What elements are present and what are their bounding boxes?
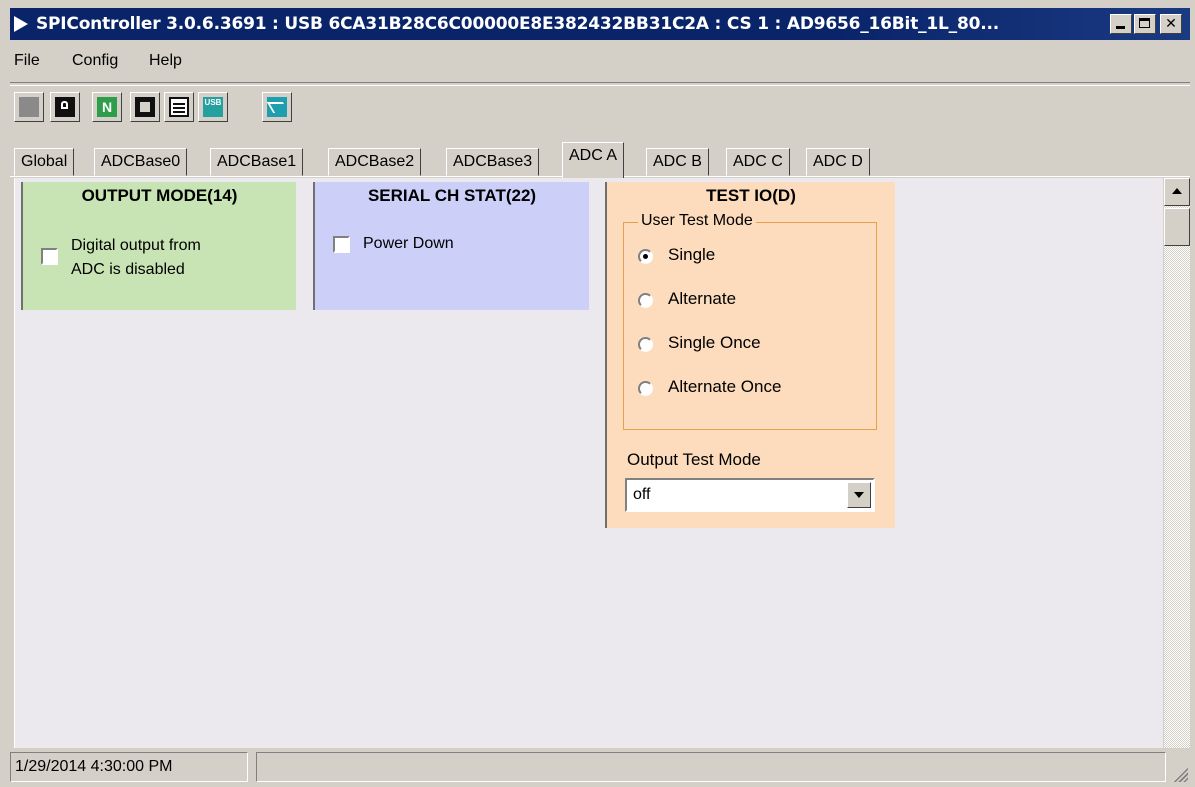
menu-help[interactable]: Help bbox=[149, 52, 182, 70]
chevron-down-icon[interactable] bbox=[847, 482, 871, 508]
toolbar-button-chip[interactable] bbox=[130, 92, 160, 122]
waveform-icon bbox=[267, 97, 287, 117]
minimize-icon bbox=[1116, 26, 1125, 29]
toolbar-button-usb[interactable]: USB bbox=[198, 92, 228, 122]
tab-adc-c[interactable]: ADC C bbox=[726, 148, 790, 176]
tab-content-panel: OUTPUT MODE(14) Digital output from ADC … bbox=[14, 178, 1163, 748]
user-test-mode-group: User Test Mode Single Alternate Single O… bbox=[623, 212, 877, 430]
test-io-panel: TEST IO(D) User Test Mode Single Alterna… bbox=[605, 182, 895, 528]
output-test-mode-label: Output Test Mode bbox=[627, 450, 761, 469]
spi-controller-window: SPIController 3.0.6.3691 : USB 6CA31B28C… bbox=[0, 0, 1195, 787]
serial-ch-stat-title: SERIAL CH STAT(22) bbox=[367, 186, 537, 205]
radio-single-once-label[interactable]: Single Once bbox=[668, 333, 761, 353]
maximize-icon bbox=[1139, 18, 1150, 28]
radio-alternate-once-label[interactable]: Alternate Once bbox=[668, 377, 781, 397]
power-down-checkbox[interactable] bbox=[333, 236, 350, 253]
menu-divider bbox=[10, 82, 1190, 86]
menu-config[interactable]: Config bbox=[72, 52, 118, 70]
usb-icon: USB bbox=[203, 97, 223, 117]
vertical-scrollbar[interactable] bbox=[1164, 178, 1190, 748]
gray-square-icon bbox=[19, 97, 39, 117]
toolbar-button-register[interactable] bbox=[164, 92, 194, 122]
close-button[interactable]: ✕ bbox=[1160, 14, 1182, 34]
radio-alternate[interactable] bbox=[638, 293, 653, 308]
radio-single[interactable] bbox=[638, 249, 653, 264]
scroll-thumb[interactable] bbox=[1164, 208, 1190, 246]
maximize-button[interactable] bbox=[1134, 14, 1156, 34]
chip-icon bbox=[135, 97, 155, 117]
tab-adc-d[interactable]: ADC D bbox=[806, 148, 870, 176]
test-io-title: TEST IO(D) bbox=[706, 186, 796, 205]
output-test-mode-value: off bbox=[633, 486, 651, 503]
status-message bbox=[256, 752, 1166, 782]
digital-output-label-line1: Digital output from bbox=[71, 237, 201, 254]
power-down-label: Power Down bbox=[363, 235, 454, 252]
radio-single-once[interactable] bbox=[638, 337, 653, 352]
scroll-up-button[interactable] bbox=[1164, 178, 1190, 206]
register-icon bbox=[169, 97, 189, 117]
resize-grip-icon[interactable] bbox=[1172, 766, 1188, 782]
toolbar-button-lock[interactable] bbox=[50, 92, 80, 122]
tab-adcbase1[interactable]: ADCBase1 bbox=[210, 148, 304, 176]
status-bar: 1/29/2014 4:30:00 PM bbox=[10, 750, 1190, 784]
digital-output-disabled-checkbox[interactable] bbox=[41, 248, 58, 265]
toolbar-button-n[interactable]: N bbox=[92, 92, 122, 122]
toolbar-button-wave[interactable] bbox=[262, 92, 292, 122]
window-title: SPIController 3.0.6.3691 : USB 6CA31B28C… bbox=[36, 14, 1000, 34]
radio-single-label[interactable]: Single bbox=[668, 245, 715, 265]
title-bar[interactable]: SPIController 3.0.6.3691 : USB 6CA31B28C… bbox=[10, 8, 1190, 40]
tab-adc-a[interactable]: ADC A bbox=[562, 142, 625, 178]
radio-alternate-label[interactable]: Alternate bbox=[668, 289, 736, 309]
app-icon bbox=[14, 16, 28, 32]
radio-alternate-once[interactable] bbox=[638, 381, 653, 396]
output-mode-title: OUTPUT MODE(14) bbox=[81, 186, 238, 205]
tab-strip: Global ADCBase0 ADCBase1 ADCBase2 ADCBas… bbox=[14, 140, 904, 180]
lock-icon bbox=[55, 97, 75, 117]
status-datetime: 1/29/2014 4:30:00 PM bbox=[10, 752, 248, 782]
toolbar-button-gray[interactable] bbox=[14, 92, 44, 122]
tab-adc-b[interactable]: ADC B bbox=[646, 148, 709, 176]
tab-global[interactable]: Global bbox=[14, 148, 75, 176]
tab-adcbase2[interactable]: ADCBase2 bbox=[328, 148, 422, 176]
serial-ch-stat-panel: SERIAL CH STAT(22) Power Down bbox=[313, 182, 589, 310]
close-icon: ✕ bbox=[1165, 16, 1177, 32]
minimize-button[interactable] bbox=[1110, 14, 1132, 34]
tab-adcbase3[interactable]: ADCBase3 bbox=[446, 148, 540, 176]
n-icon: N bbox=[97, 97, 117, 117]
menu-file[interactable]: File bbox=[14, 52, 40, 70]
digital-output-label-line2: ADC is disabled bbox=[71, 261, 185, 278]
output-test-mode-select[interactable]: off bbox=[625, 478, 875, 512]
output-mode-panel: OUTPUT MODE(14) Digital output from ADC … bbox=[21, 182, 296, 310]
tab-adcbase0[interactable]: ADCBase0 bbox=[94, 148, 188, 176]
user-test-mode-legend: User Test Mode bbox=[638, 212, 756, 230]
